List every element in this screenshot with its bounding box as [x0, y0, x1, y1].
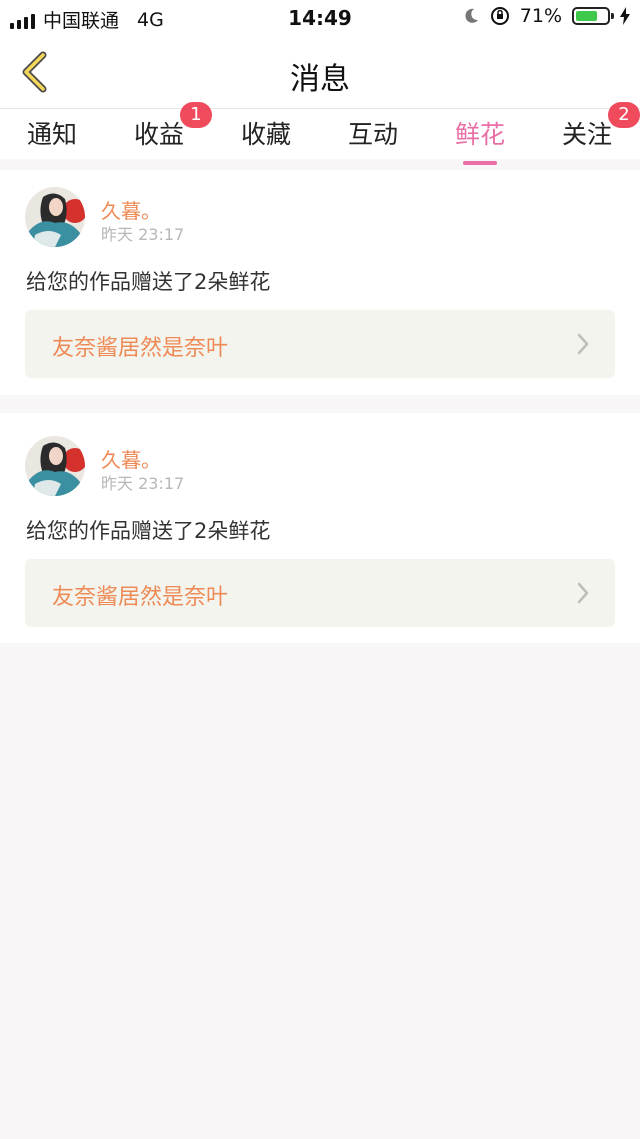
active-tab-indicator: [463, 161, 497, 165]
tab-flowers[interactable]: 鲜花: [454, 115, 506, 165]
timestamp: 昨天 23:17: [101, 474, 185, 493]
timestamp: 昨天 23:17: [101, 225, 185, 244]
tab-following[interactable]: 关注: [561, 115, 613, 151]
work-title: 友奈酱居然是奈叶: [52, 585, 229, 610]
charging-bolt-icon: [620, 7, 630, 25]
avatar[interactable]: [25, 436, 85, 496]
battery-icon: [572, 7, 614, 25]
username[interactable]: 久暮。: [101, 195, 161, 224]
message-card: 久暮。 昨天 23:17 给您的作品赠送了2朵鲜花 友奈酱居然是奈叶: [0, 170, 640, 395]
tab-label: 互动: [347, 120, 398, 149]
status-right: 71%: [462, 5, 630, 27]
message-text: 给您的作品赠送了2朵鲜花: [26, 270, 271, 294]
tab-label: 鲜花: [454, 120, 505, 149]
nav-bar: 消息: [0, 36, 640, 109]
tab-label: 收益: [133, 120, 184, 149]
tab-notifications[interactable]: 通知: [26, 115, 78, 151]
rotation-lock-icon: [490, 7, 509, 25]
message-text: 给您的作品赠送了2朵鲜花: [26, 519, 271, 543]
tab-interactions[interactable]: 互动: [347, 115, 399, 151]
avatar[interactable]: [25, 187, 85, 247]
work-title: 友奈酱居然是奈叶: [52, 336, 229, 361]
username[interactable]: 久暮。: [101, 444, 161, 473]
work-link[interactable]: 友奈酱居然是奈叶: [25, 310, 615, 378]
tab-label: 收藏: [240, 120, 291, 149]
tab-favorites[interactable]: 收藏: [240, 115, 292, 151]
page-title: 消息: [290, 62, 350, 97]
tab-label: 通知: [26, 120, 77, 149]
work-link[interactable]: 友奈酱居然是奈叶: [25, 559, 615, 627]
message-card: 久暮。 昨天 23:17 给您的作品赠送了2朵鲜花 友奈酱居然是奈叶: [0, 413, 640, 643]
battery-percent: 71%: [519, 5, 562, 27]
badge-following: 2: [608, 102, 640, 128]
moon-icon: [465, 8, 478, 23]
badge-earnings: 1: [180, 102, 212, 128]
status-bar: 中国联通 4G 14:49 71%: [0, 0, 640, 36]
tab-label: 关注: [561, 120, 612, 149]
tab-earnings[interactable]: 收益: [133, 115, 185, 151]
chevron-right-icon: [577, 333, 589, 355]
chevron-right-icon: [577, 582, 589, 604]
tab-bar: 通知 收益 1 收藏 互动 鲜花 关注 2: [0, 102, 640, 165]
